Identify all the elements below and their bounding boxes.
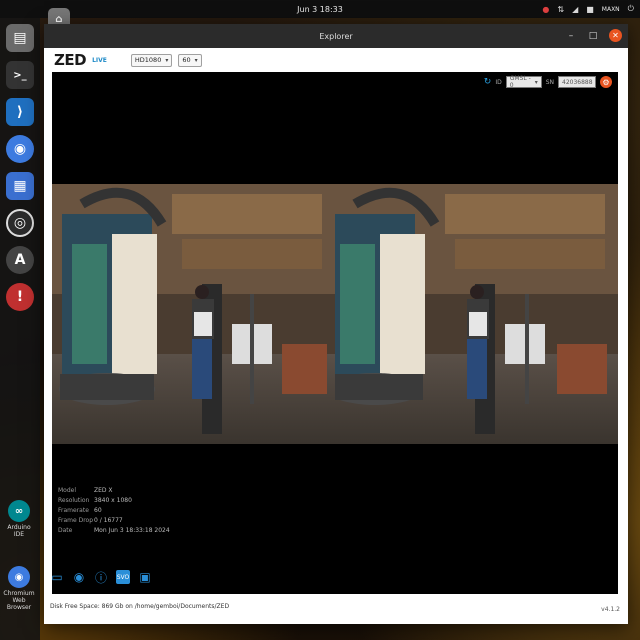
chevron-down-icon: ▾ <box>534 78 538 86</box>
dock-files-icon[interactable]: ▤ <box>6 24 34 52</box>
camera-id-select[interactable]: GMSL - 0 ▾ <box>505 75 542 89</box>
info-value: Mon Jun 3 18:33:18 2024 <box>94 527 170 534</box>
dock-terminal-icon[interactable]: >_ <box>6 61 34 89</box>
dock-chromium-icon[interactable]: ◉ <box>6 135 34 163</box>
nvidia-icon[interactable]: ■ <box>586 5 594 14</box>
left-camera-image <box>52 184 335 444</box>
info-row: Framerate 60 <box>58 506 170 516</box>
dock-notes-icon[interactable]: ▦ <box>6 172 34 200</box>
camera-sn-value: 42036888 <box>562 78 593 86</box>
recording-icon[interactable]: ● <box>542 5 549 14</box>
window-controls: – □ ✕ <box>565 29 622 42</box>
info-row: Frame Drop 0 / 16777 <box>58 516 170 526</box>
volume-icon[interactable]: ◢ <box>572 5 578 14</box>
snapshot-icon[interactable]: ▣ <box>138 570 152 584</box>
dock-arduino-icon[interactable]: A <box>6 246 34 274</box>
zed-logo: ZED <box>54 51 87 69</box>
chromium-icon: ◉ <box>8 566 30 588</box>
dock-updater-icon[interactable]: ! <box>6 283 34 311</box>
stereo-view <box>52 184 618 444</box>
gear-icon[interactable]: ⚙ <box>600 76 612 88</box>
info-value: ZED X <box>94 487 113 494</box>
info-icon[interactable]: ⓘ <box>94 570 108 585</box>
info-key: Frame Drop <box>58 517 94 524</box>
desktop-item-arduino[interactable]: ∞ Arduino IDE <box>2 500 36 538</box>
camera-info-panel: Model ZED X Resolution 3840 x 1080 Frame… <box>58 486 170 536</box>
info-key: Date <box>58 527 73 534</box>
info-key: Framerate <box>58 507 89 514</box>
info-value: 3840 x 1080 <box>94 497 132 504</box>
svo-icon[interactable]: SVO <box>116 570 130 584</box>
window-title: Explorer <box>319 31 353 41</box>
system-tray: ● ⇅ ◢ ■ MAXN ⏻ <box>542 4 634 14</box>
camera-id-label: ID <box>495 78 502 86</box>
info-row: Model ZED X <box>58 486 170 496</box>
resolution-value: HD1080 <box>134 56 162 64</box>
camera-selector: ↻ ID GMSL - 0 ▾ SN 42036888 ⚙ <box>484 75 612 89</box>
dock-obs-icon[interactable]: ◎ <box>6 209 34 237</box>
clock[interactable]: Jun 3 18:33 <box>297 5 343 14</box>
camera-sn-label: SN <box>545 78 554 86</box>
dock-vscode-icon[interactable]: ⟩ <box>6 98 34 126</box>
arduino-icon: ∞ <box>8 500 30 522</box>
disk-space-label: Disk Free Space: 869 Gb on /home/gemboi/… <box>50 603 230 610</box>
info-key: Model <box>58 487 77 494</box>
desktop-item-label: Chromium Web Browser <box>3 590 35 611</box>
toolbar: ZED LIVE HD1080 ▾ 60 ▾ <box>44 48 628 72</box>
resolution-select[interactable]: HD1080 ▾ <box>130 53 173 67</box>
fps-value: 60 <box>182 56 191 64</box>
bottom-bar: ▭ ◉ ⓘ SVO ▣ Disk Free Space: 869 Gb on /… <box>44 570 628 624</box>
top-panel: Jun 3 18:33 ● ⇅ ◢ ■ MAXN ⏻ <box>0 0 640 18</box>
desktop-item-chromium[interactable]: ◉ Chromium Web Browser <box>2 566 36 611</box>
info-key: Resolution <box>58 497 90 504</box>
left-camera-frame <box>52 184 335 444</box>
version-label: v4.1.2 <box>601 606 620 613</box>
fps-select[interactable]: 60 ▾ <box>178 53 202 67</box>
folder-icon[interactable]: ▭ <box>50 570 64 584</box>
right-camera-image <box>335 184 618 444</box>
zed-explorer-window: Explorer – □ ✕ ZED LIVE HD1080 ▾ 60 ▾ ↻ … <box>44 24 628 624</box>
window-titlebar[interactable]: Explorer – □ ✕ <box>44 24 628 48</box>
bottom-toolbar: ▭ ◉ ⓘ SVO ▣ <box>50 570 152 585</box>
info-row: Resolution 3840 x 1080 <box>58 496 170 506</box>
info-row: Date Mon Jun 3 18:33:18 2024 <box>58 526 170 536</box>
camera-sn-field[interactable]: 42036888 <box>558 76 596 88</box>
desktop-item-label: Arduino IDE <box>7 524 31 538</box>
power-mode-label[interactable]: MAXN <box>602 6 620 13</box>
chevron-down-icon: ▾ <box>165 56 169 64</box>
camera-id-value: GMSL - 0 <box>509 75 531 89</box>
info-value: 60 <box>94 507 102 514</box>
dock: ▤ >_ ⟩ ◉ ▦ ◎ A ! <box>0 18 40 640</box>
record-icon[interactable]: ◉ <box>72 570 86 584</box>
minimize-button[interactable]: – <box>565 31 577 41</box>
info-value: 0 / 16777 <box>94 517 123 524</box>
power-icon[interactable]: ⏻ <box>628 4 634 14</box>
chevron-down-icon: ▾ <box>194 56 198 64</box>
video-panel: ↻ ID GMSL - 0 ▾ SN 42036888 ⚙ Model ZED … <box>52 72 618 594</box>
right-camera-frame <box>335 184 618 444</box>
network-icon[interactable]: ⇅ <box>557 5 564 14</box>
maximize-button[interactable]: □ <box>587 31 599 41</box>
live-badge: LIVE <box>92 56 107 64</box>
close-button[interactable]: ✕ <box>609 29 622 42</box>
refresh-icon[interactable]: ↻ <box>484 77 492 87</box>
